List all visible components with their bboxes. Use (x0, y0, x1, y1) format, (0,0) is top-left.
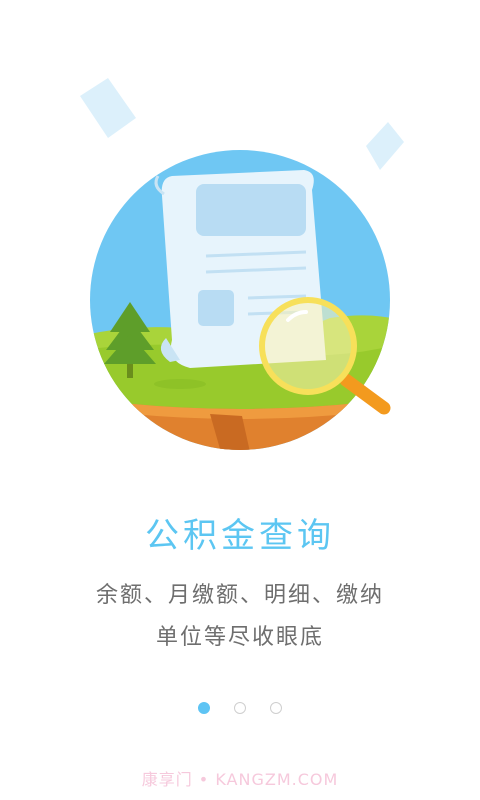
page-dot-3[interactable] (270, 702, 282, 714)
feature-description-line-2: 单位等尽收眼底 (155, 625, 324, 650)
page-dot-1[interactable] (198, 702, 210, 714)
hero-illustration (80, 78, 404, 450)
feature-description-line-1: 余额、月缴额、明细、缴纳 (95, 583, 384, 608)
page-dot-2[interactable] (234, 702, 246, 714)
feature-title: 公积金查询 (145, 516, 335, 556)
watermark: 康享门 • KANGZM.COM (141, 770, 339, 789)
page-indicator (0, 702, 480, 714)
